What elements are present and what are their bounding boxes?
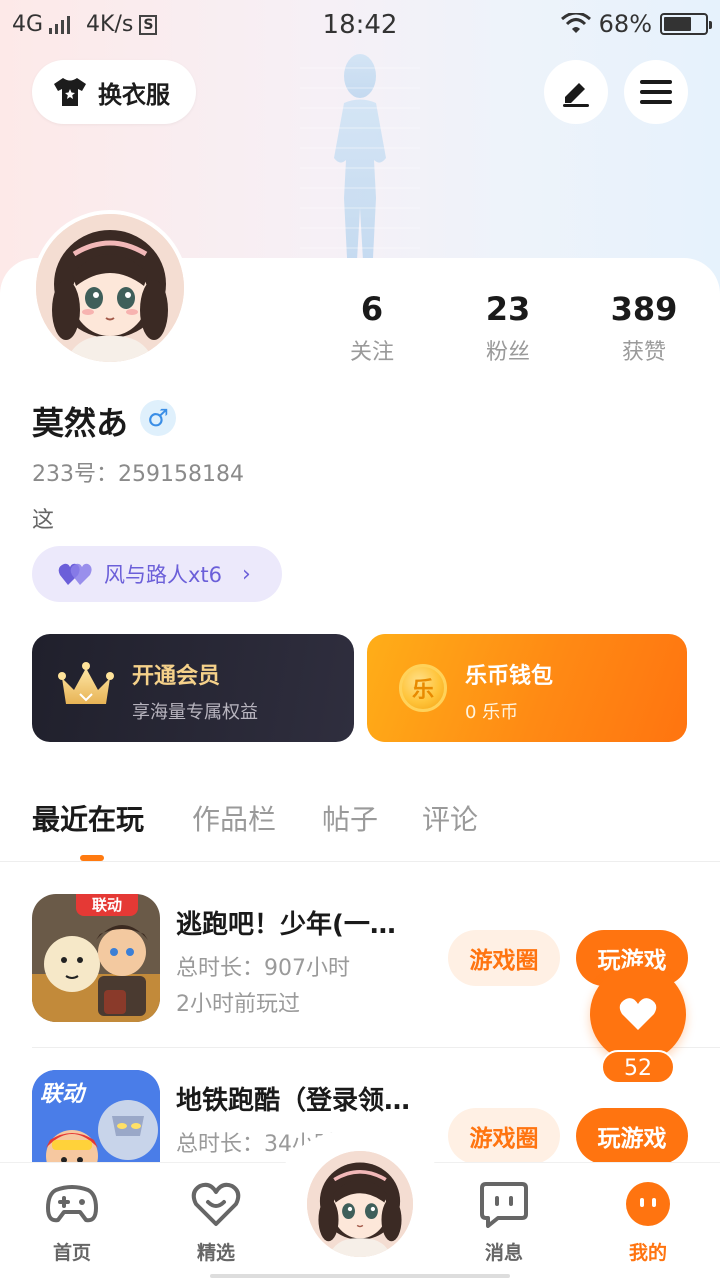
play-game-button[interactable]: 玩游戏: [576, 1108, 688, 1164]
profile-tabs: 最近在玩 作品栏 帖子 评论: [0, 798, 720, 862]
nav-home-label: 首页: [52, 1242, 91, 1264]
menu-button[interactable]: [624, 60, 688, 124]
game-total-time: 总时长：907小时: [176, 956, 350, 981]
battery-icon: [660, 13, 712, 35]
followers-label: 粉丝: [485, 340, 530, 365]
status-bar: 4G 4K/s S 18:42 68%: [0, 0, 720, 50]
nav-home[interactable]: 首页: [27, 1180, 117, 1265]
vip-membership-card[interactable]: 开通会员 享海量专属权益: [32, 634, 354, 742]
stat-likes[interactable]: 389 获赞: [584, 290, 704, 366]
collab-tag: 联动: [76, 894, 138, 916]
battery-percent: 68%: [598, 10, 652, 38]
3d-avatar-figure[interactable]: [300, 48, 420, 278]
game-last-played: 2小时前玩过: [176, 992, 300, 1017]
collab-tag: 联动: [40, 1082, 85, 1107]
heart-outline-icon: [191, 1182, 241, 1226]
wallet-card[interactable]: 乐 乐币钱包 0 乐币: [367, 634, 687, 742]
change-outfit-button[interactable]: 换衣服: [32, 60, 196, 124]
nav-messages-label: 消息: [484, 1242, 523, 1264]
tab-works[interactable]: 作品栏: [192, 798, 276, 838]
edit-profile-button[interactable]: [544, 60, 608, 124]
avatar[interactable]: [32, 210, 188, 366]
tshirt-icon: [54, 78, 86, 106]
edit-icon: [563, 83, 589, 107]
chevron-right-icon: ›: [242, 561, 251, 587]
active-tab-indicator: [80, 855, 104, 861]
followers-count: 23: [485, 290, 531, 328]
nav-center-avatar[interactable]: [304, 1148, 416, 1260]
like-count-badge: 52: [601, 1050, 675, 1084]
vip-subtitle: 享海量专属权益: [132, 702, 258, 723]
coin-icon: 乐: [399, 664, 447, 712]
menu-icon: [640, 80, 672, 104]
nav-featured[interactable]: 精选: [171, 1180, 261, 1265]
message-icon: [480, 1182, 528, 1228]
following-count: 6: [360, 290, 384, 328]
tab-comments[interactable]: 评论: [422, 798, 478, 838]
tab-posts[interactable]: 帖子: [322, 798, 378, 838]
game-title: 逃跑吧！少年(一…: [176, 910, 396, 940]
change-outfit-label: 换衣服: [98, 80, 170, 109]
avatar-illustration: [36, 214, 184, 362]
tab-recently-played[interactable]: 最近在玩: [32, 798, 144, 838]
gender-symbol: ♂: [147, 404, 169, 432]
wifi-icon: [560, 13, 591, 33]
vip-title: 开通会员: [132, 664, 221, 689]
heart-icon: [619, 998, 657, 1030]
stat-following[interactable]: 6 关注: [312, 290, 432, 366]
user-bio: 这: [32, 508, 55, 533]
game-circle-button[interactable]: 游戏圈: [448, 930, 560, 986]
nav-profile-label: 我的: [628, 1242, 667, 1264]
nav-profile[interactable]: 我的: [603, 1180, 693, 1265]
wallet-balance: 0 乐币: [465, 702, 519, 723]
user-id[interactable]: 233号：259158184: [32, 456, 244, 488]
crown-icon: [58, 662, 114, 704]
male-gender-icon: ♂: [140, 400, 176, 436]
username: 莫然あ: [32, 404, 129, 442]
coin-glyph: 乐: [411, 678, 434, 703]
gamepad-icon: [46, 1185, 98, 1223]
home-indicator: [210, 1274, 510, 1278]
likes-label: 获赞: [621, 340, 666, 365]
game-icon[interactable]: 联动: [32, 894, 160, 1022]
nav-featured-label: 精选: [196, 1242, 235, 1264]
wallet-title: 乐币钱包: [465, 664, 554, 689]
avatar-illustration: [307, 1151, 413, 1257]
double-heart-icon: [58, 563, 92, 585]
like-button[interactable]: [590, 966, 686, 1062]
nav-messages[interactable]: 消息: [459, 1180, 549, 1265]
likes-count: 389: [610, 290, 678, 328]
game-circle-button[interactable]: 游戏圈: [448, 1108, 560, 1164]
following-label: 关注: [349, 340, 394, 365]
fan-badge-button[interactable]: 风与路人xt6 ›: [32, 546, 282, 602]
game-title: 地铁跑酷（登录领…: [176, 1086, 411, 1116]
profile-face-icon: [626, 1182, 670, 1226]
fan-badge-label: 风与路人xt6: [104, 563, 223, 587]
stat-followers[interactable]: 23 粉丝: [448, 290, 568, 366]
